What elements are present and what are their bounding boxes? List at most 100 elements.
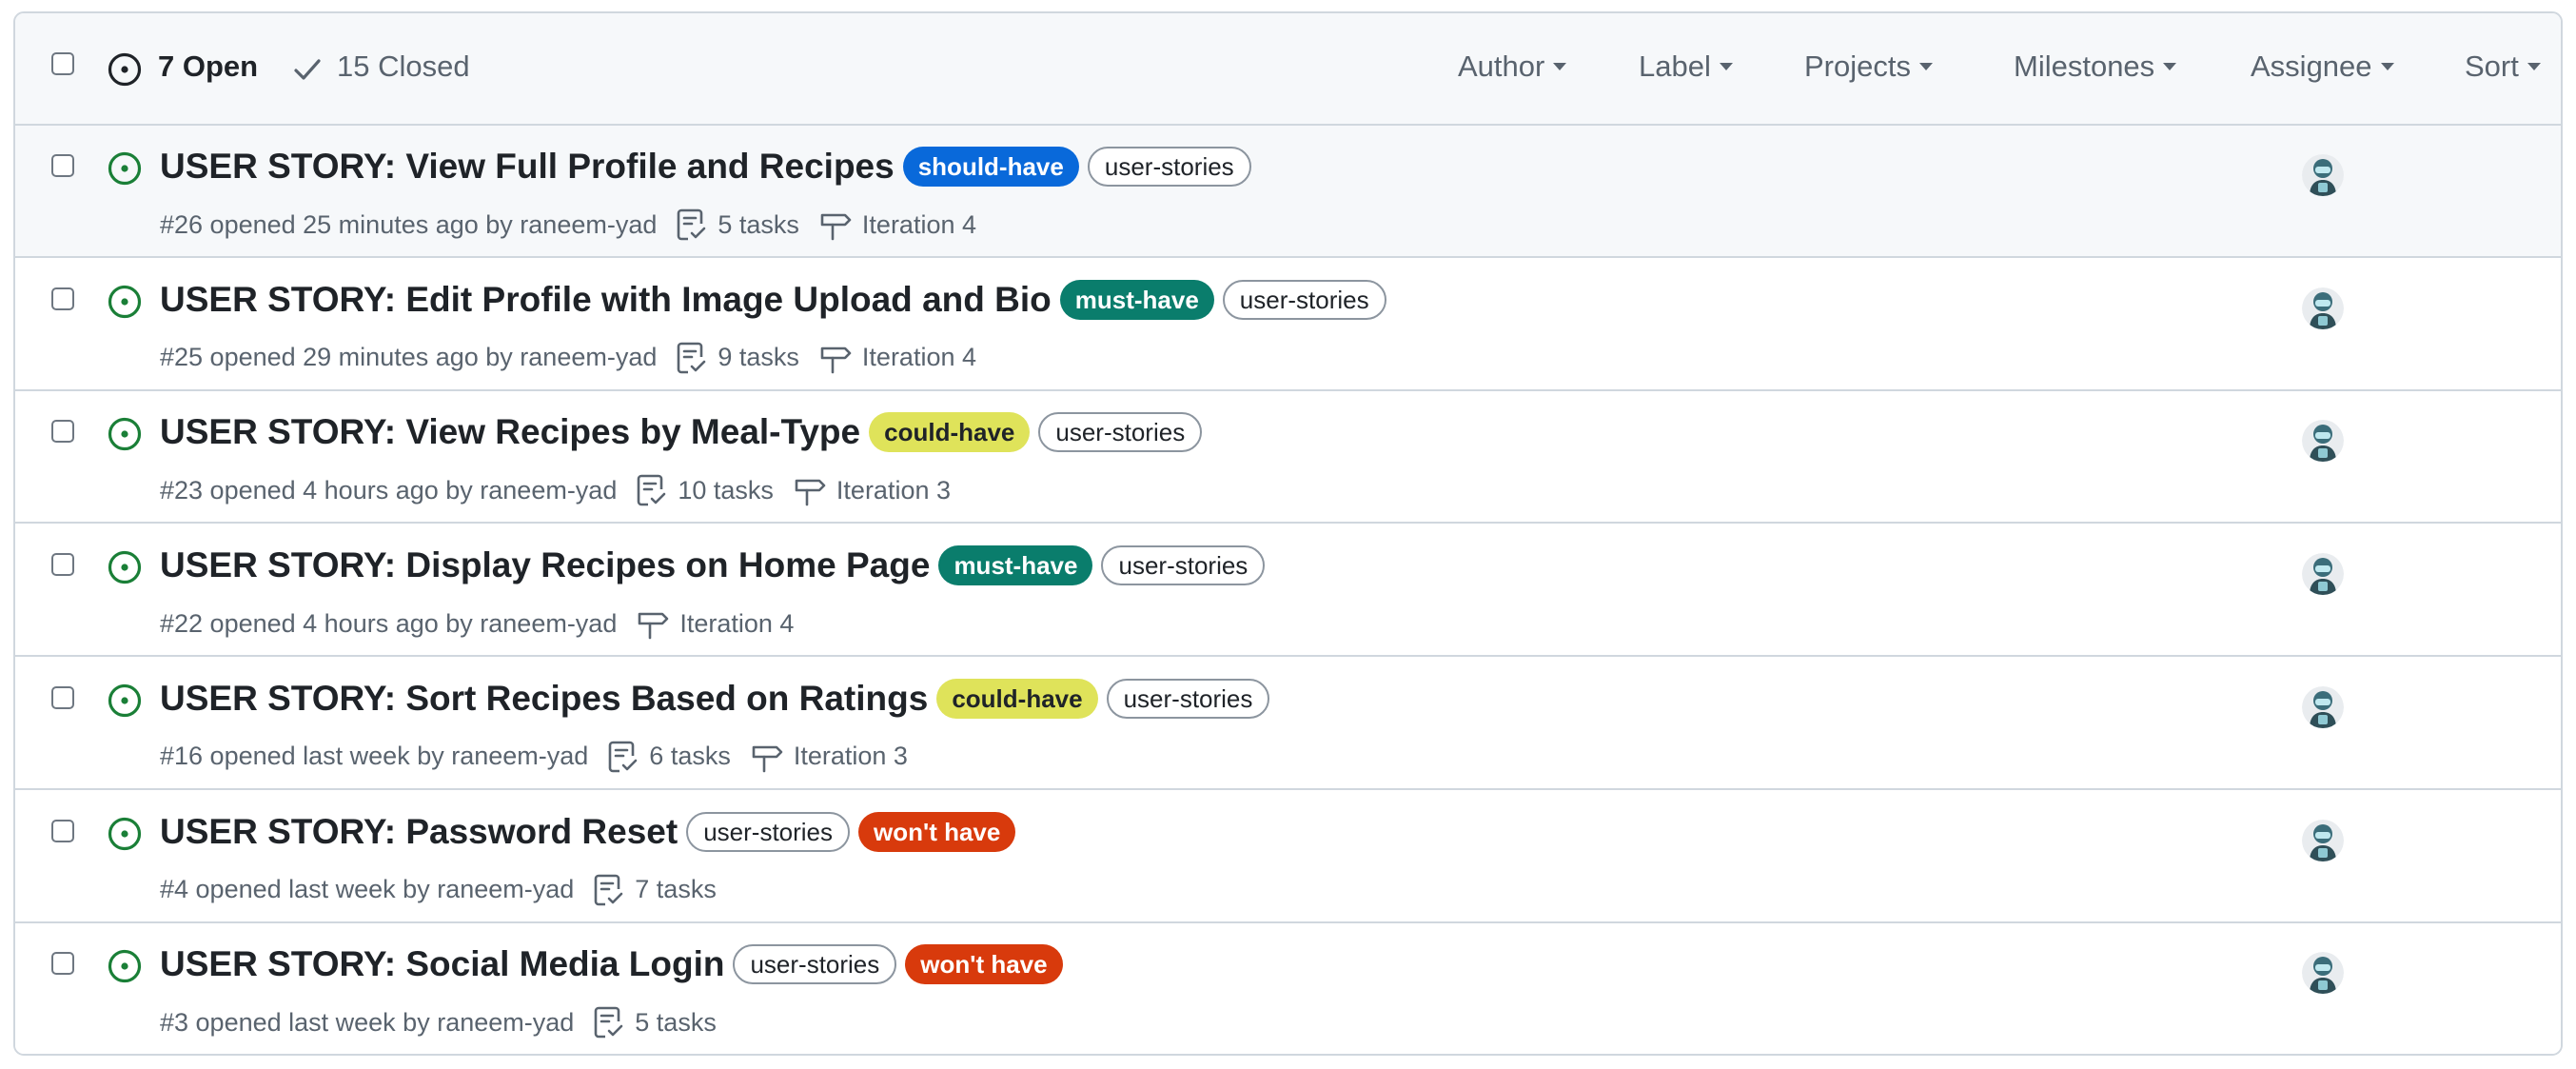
issue-checkbox[interactable] (51, 819, 74, 842)
issues-list-header: 7 Open 15 Closed Author Label Projects M… (15, 13, 2561, 126)
issue-checkbox[interactable] (51, 287, 74, 310)
issue-label[interactable]: must-have (1059, 279, 1214, 320)
issue-meta: #26 opened 25 minutes ago by raneem-yad 5… (160, 208, 976, 242)
issue-opened-info: #23 opened 4 hours ago by raneem-yad (160, 475, 618, 505)
issue-title[interactable]: USER STORY: View Full Profile and Recipe… (160, 147, 895, 187)
task-count: 6 tasks (649, 742, 731, 771)
issue-label[interactable]: user-stories (686, 811, 851, 852)
open-issue-icon (108, 817, 142, 850)
issue-label[interactable]: user-stories (1101, 545, 1266, 586)
chevron-down-icon (2527, 62, 2541, 70)
issue-title[interactable]: USER STORY: Sort Recipes Based on Rating… (160, 679, 928, 719)
assignee-avatar[interactable] (2302, 287, 2344, 329)
open-issues-tab[interactable]: 7 Open (158, 49, 258, 84)
author-filter[interactable]: Author (1458, 49, 1567, 84)
issue-title-line: USER STORY: Sort Recipes Based on Rating… (160, 678, 1270, 719)
iteration[interactable]: Iteration 4 (818, 208, 976, 242)
issue-row[interactable]: USER STORY: View Recipes by Meal-Type cou… (15, 391, 2561, 525)
task-progress[interactable]: 10 tasks (636, 473, 774, 507)
issue-label[interactable]: user-stories (1038, 412, 1203, 453)
assignee-avatar[interactable] (2302, 685, 2344, 728)
iteration[interactable]: Iteration 3 (793, 473, 951, 507)
task-progress[interactable]: 6 tasks (607, 740, 731, 774)
iteration-icon (750, 740, 794, 774)
closed-issues-tab[interactable]: 15 Closed (337, 49, 470, 84)
issue-title-line: USER STORY: View Recipes by Meal-Type cou… (160, 412, 1203, 453)
issue-label[interactable]: user-stories (733, 944, 897, 985)
issue-row[interactable]: USER STORY: Password Reset user-stories wo… (15, 790, 2561, 923)
issue-label[interactable]: should-have (902, 147, 1079, 187)
sort-filter[interactable]: Sort (2465, 49, 2541, 84)
issue-label[interactable]: user-stories (1106, 678, 1270, 719)
issue-title[interactable]: USER STORY: Edit Profile with Image Uplo… (160, 280, 1052, 320)
issue-checkbox[interactable] (51, 685, 74, 709)
iteration[interactable]: Iteration 4 (636, 606, 794, 641)
task-progress[interactable]: 5 tasks (593, 1005, 717, 1039)
issue-opened-info: #26 opened 25 minutes ago by raneem-yad (160, 209, 658, 239)
milestones-filter[interactable]: Milestones (2014, 49, 2177, 84)
issue-label[interactable]: could-have (869, 412, 1031, 453)
iteration-icon (793, 473, 836, 507)
issue-label[interactable]: user-stories (1087, 147, 1251, 187)
assignee-avatar[interactable] (2302, 819, 2344, 861)
issue-checkbox[interactable] (51, 154, 74, 177)
issue-label[interactable]: won't have (905, 944, 1063, 985)
chevron-down-icon (2163, 62, 2177, 70)
issue-title-line: USER STORY: Social Media Login user-stori… (160, 944, 1063, 985)
issue-checkbox[interactable] (51, 420, 74, 444)
issue-title[interactable]: USER STORY: Password Reset (160, 812, 678, 852)
issue-checkbox[interactable] (51, 952, 74, 976)
issue-label[interactable]: could-have (936, 678, 1098, 719)
issue-row[interactable]: USER STORY: Display Recipes on Home Page… (15, 525, 2561, 658)
tasklist-icon (593, 1005, 635, 1039)
iteration-label: Iteration 4 (679, 608, 795, 638)
assignee-avatar[interactable] (2302, 154, 2344, 196)
issue-row[interactable]: USER STORY: View Full Profile and Recipe… (15, 126, 2561, 258)
issue-label[interactable]: won't have (858, 811, 1016, 852)
open-issue-icon (108, 550, 142, 584)
task-count: 5 tasks (718, 209, 799, 239)
assignee-avatar[interactable] (2302, 952, 2344, 995)
label-filter[interactable]: Label (1639, 49, 1733, 84)
iteration-icon (818, 208, 862, 242)
issue-opened-info: #22 opened 4 hours ago by raneem-yad (160, 608, 618, 638)
tasklist-icon (676, 208, 718, 242)
task-count: 10 tasks (678, 475, 774, 505)
issue-label[interactable]: must-have (938, 545, 1093, 586)
assignee-filter[interactable]: Assignee (2251, 49, 2394, 84)
issue-opened-info: #25 opened 29 minutes ago by raneem-yad (160, 343, 658, 372)
open-issue-icon (108, 418, 142, 451)
issue-meta: #16 opened last week by raneem-yad 6 task… (160, 740, 908, 774)
open-issue-icon (108, 151, 142, 186)
task-progress[interactable]: 9 tasks (676, 341, 799, 375)
iteration-label: Iteration 3 (836, 475, 951, 505)
issue-opened-info: #3 opened last week by raneem-yad (160, 1007, 575, 1037)
iteration-label: Iteration 3 (793, 742, 908, 771)
issue-row[interactable]: USER STORY: Sort Recipes Based on Rating… (15, 657, 2561, 790)
issue-meta: #25 opened 29 minutes ago by raneem-yad 9… (160, 341, 976, 375)
projects-filter[interactable]: Projects (1804, 49, 1933, 84)
assignee-avatar[interactable] (2302, 553, 2344, 596)
issue-title[interactable]: USER STORY: Display Recipes on Home Page (160, 545, 930, 585)
task-count: 5 tasks (635, 1007, 717, 1037)
issue-checkbox[interactable] (51, 553, 74, 577)
issue-title-line: USER STORY: View Full Profile and Recipe… (160, 147, 1251, 187)
issue-title-line: USER STORY: Edit Profile with Image Uplo… (160, 279, 1386, 320)
task-progress[interactable]: 5 tasks (676, 208, 799, 242)
assignee-avatar[interactable] (2302, 420, 2344, 463)
iteration[interactable]: Iteration 4 (818, 341, 976, 375)
iteration-label: Iteration 4 (861, 209, 976, 239)
task-progress[interactable]: 7 tasks (593, 873, 717, 907)
iteration-label: Iteration 4 (861, 343, 976, 372)
check-icon (294, 59, 321, 80)
issue-title[interactable]: USER STORY: Social Media Login (160, 944, 724, 984)
issue-title[interactable]: USER STORY: View Recipes by Meal-Type (160, 412, 860, 452)
issue-title-line: USER STORY: Password Reset user-stories wo… (160, 811, 1016, 852)
issue-row[interactable]: USER STORY: Social Media Login user-stori… (15, 923, 2561, 1054)
iteration[interactable]: Iteration 3 (750, 740, 908, 774)
open-issue-icon (108, 683, 142, 717)
tasklist-icon (636, 473, 678, 507)
issue-label[interactable]: user-stories (1222, 279, 1386, 320)
issue-row[interactable]: USER STORY: Edit Profile with Image Uplo… (15, 258, 2561, 391)
select-all-checkbox[interactable] (51, 52, 74, 75)
